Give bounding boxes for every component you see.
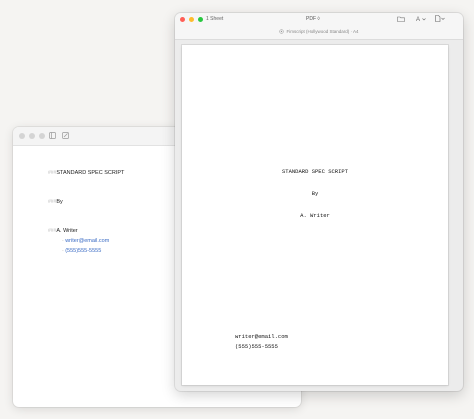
title-text: STANDARD SPEC SCRIPT: [56, 170, 125, 176]
sidebar-toggle-icon[interactable]: [49, 132, 56, 139]
zoom-button[interactable]: [198, 17, 203, 22]
sheet-count: 1 Sheet: [206, 16, 224, 22]
page-phone: (555)555-5555: [235, 343, 278, 350]
subtitle-text: Fimscript (Hollywood Standard) · A4: [286, 29, 359, 34]
contact-phone-line: - (555)555-5555: [62, 248, 101, 254]
title-line: ###STANDARD SPEC SCRIPT: [48, 170, 124, 176]
document-subtitle: Fimscript (Hollywood Standard) · A4: [175, 29, 463, 34]
minimize-button[interactable]: [29, 133, 35, 139]
email-link[interactable]: writer@email.com: [65, 238, 109, 244]
preview-window-controls: [180, 17, 203, 22]
format-selector[interactable]: PDF ◊: [306, 16, 320, 22]
close-button[interactable]: [19, 133, 25, 139]
by-line: ###By: [48, 199, 63, 205]
page-by: By: [311, 190, 319, 197]
editor-window-controls: [19, 133, 45, 139]
preview-titlebar: 1 Sheet PDF ◊ A Fimscript (Hollywood Sta…: [175, 13, 463, 40]
page-title: STANDARD SPEC SCRIPT: [281, 168, 348, 175]
page-author: A. Writer: [300, 212, 330, 219]
preview-page: STANDARD SPEC SCRIPT By A. Writer writer…: [182, 45, 448, 385]
gear-icon: [279, 29, 285, 34]
preview-window: 1 Sheet PDF ◊ A Fimscript (Hollywood Sta…: [175, 13, 463, 391]
author-text: A. Writer: [56, 228, 78, 234]
list-bullet: -: [62, 238, 64, 244]
zoom-button[interactable]: [39, 133, 45, 139]
author-line: ###A. Writer: [48, 228, 78, 234]
close-button[interactable]: [180, 17, 185, 22]
contact-email-line: - writer@email.com: [62, 238, 109, 244]
folder-icon[interactable]: [397, 16, 405, 22]
minimize-button[interactable]: [189, 17, 194, 22]
phone-link[interactable]: (555)555-5555: [65, 248, 101, 254]
list-bullet: -: [62, 248, 64, 254]
compose-icon[interactable]: [62, 132, 69, 139]
font-style-icon[interactable]: A: [416, 16, 426, 22]
svg-text:A: A: [416, 17, 420, 22]
document-icon[interactable]: [435, 15, 445, 22]
by-text: By: [56, 199, 63, 205]
page-email: writer@email.com: [235, 333, 288, 340]
